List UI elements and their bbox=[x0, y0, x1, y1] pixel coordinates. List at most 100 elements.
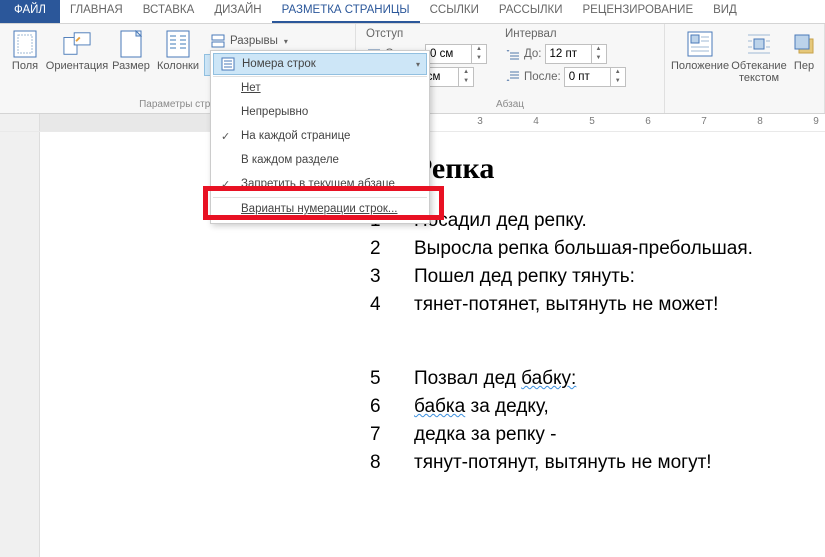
line-number: 4 bbox=[370, 294, 414, 316]
wrap-text-label: Обтекание текстом bbox=[731, 60, 786, 84]
ruler-gutter bbox=[0, 114, 40, 131]
menu-item-suppress[interactable]: ✓Запретить в текущем абзаце bbox=[213, 172, 427, 196]
line-number: 2 bbox=[370, 238, 414, 260]
tab-file[interactable]: ФАЙЛ bbox=[0, 0, 60, 23]
size-label: Размер bbox=[112, 60, 150, 72]
menu-item-restart-page[interactable]: ✓На каждой странице bbox=[213, 124, 427, 148]
ribbon: Поля Ориентация Размер bbox=[0, 24, 825, 114]
arrange-cut-button[interactable]: Пер bbox=[789, 28, 819, 74]
doc-line: 7дедка за репку - bbox=[370, 424, 815, 446]
bring-forward-icon bbox=[790, 30, 818, 58]
orientation-button[interactable]: Ориентация bbox=[46, 28, 108, 74]
ruler-tick: 6 bbox=[645, 116, 651, 127]
line-numbers-menu: Номера строк ▾ Нет Непрерывно ✓На каждой… bbox=[210, 50, 430, 224]
menu-item-restart-section[interactable]: В каждом разделе bbox=[213, 148, 427, 172]
spin-up[interactable]: ▲ bbox=[611, 68, 625, 77]
ruler-tick: 3 bbox=[477, 116, 483, 127]
spacing-before-label: До: bbox=[524, 48, 542, 60]
columns-icon bbox=[164, 30, 192, 58]
indent-left-input[interactable] bbox=[426, 48, 471, 60]
ruler-tick: 9 bbox=[813, 116, 819, 127]
check-icon: ✓ bbox=[221, 178, 230, 191]
menu-item-options[interactable]: Варианты нумерации строк... bbox=[213, 197, 427, 221]
doc-line: 2 Выросла репка большая-пребольшая. bbox=[370, 238, 815, 260]
spin-up[interactable]: ▲ bbox=[459, 68, 473, 77]
spin-down[interactable]: ▼ bbox=[459, 77, 473, 86]
columns-button[interactable]: Колонки bbox=[154, 28, 202, 74]
horizontal-ruler[interactable]: 3 4 5 6 7 8 9 bbox=[40, 114, 825, 131]
indent-title: Отступ bbox=[366, 28, 487, 40]
doc-line: 6 бабка за дедку, bbox=[370, 396, 815, 418]
spin-up[interactable]: ▲ bbox=[592, 45, 606, 54]
tabs-bar: ФАЙЛ ГЛАВНАЯ ВСТАВКА ДИЗАЙН РАЗМЕТКА СТР… bbox=[0, 0, 825, 24]
spacing-after-input[interactable] bbox=[565, 71, 610, 83]
line-numbers-icon bbox=[220, 56, 236, 72]
breaks-button[interactable]: Разрывы ▾ bbox=[204, 30, 322, 52]
spacing-after-label: После: bbox=[524, 71, 561, 83]
line-text: тянет-потянет, вытянуть не может! bbox=[414, 294, 718, 316]
orientation-label: Ориентация bbox=[46, 60, 108, 72]
doc-line: 4тянет-потянет, вытянуть не может! bbox=[370, 294, 815, 316]
orientation-icon bbox=[63, 30, 91, 58]
breaks-label: Разрывы bbox=[230, 35, 278, 47]
spacing-before-input[interactable] bbox=[546, 48, 591, 60]
line-text: Пошел дед репку тянуть: bbox=[414, 266, 635, 288]
line-text: дедка за репку - bbox=[414, 424, 557, 446]
spacing-title: Интервал bbox=[505, 28, 626, 40]
doc-line: 3Пошел дед репку тянуть: bbox=[370, 266, 815, 288]
document-page[interactable]: Репка 1Посадил дед репку. 2 Выросла репка… bbox=[40, 132, 825, 557]
ruler-tick: 8 bbox=[757, 116, 763, 127]
arrange-cut-label: Пер bbox=[794, 60, 814, 72]
spacing-after-icon bbox=[505, 69, 521, 85]
check-icon: ✓ bbox=[221, 130, 230, 143]
margins-icon bbox=[11, 30, 39, 58]
spacing-after-spinbox[interactable]: ▲▼ bbox=[564, 67, 626, 87]
line-number: 6 bbox=[370, 396, 414, 418]
tab-home[interactable]: ГЛАВНАЯ bbox=[60, 0, 133, 23]
spin-down[interactable]: ▼ bbox=[611, 77, 625, 86]
ruler-tick: 7 bbox=[701, 116, 707, 127]
tab-view[interactable]: ВИД bbox=[703, 0, 747, 23]
margins-button[interactable]: Поля bbox=[6, 28, 44, 74]
line-text: тянут-потянут, вытянуть не могут! bbox=[414, 452, 712, 474]
size-icon bbox=[117, 30, 145, 58]
menu-item-none[interactable]: Нет bbox=[213, 76, 427, 100]
chevron-down-icon: ▾ bbox=[284, 37, 288, 46]
position-button[interactable]: Положение bbox=[671, 28, 729, 74]
columns-label: Колонки bbox=[157, 60, 199, 72]
menu-item-continuous[interactable]: Непрерывно bbox=[213, 100, 427, 124]
spacing-before-icon bbox=[505, 46, 521, 62]
spin-down[interactable]: ▼ bbox=[592, 54, 606, 63]
size-button[interactable]: Размер bbox=[110, 28, 152, 74]
tab-review[interactable]: РЕЦЕНЗИРОВАНИЕ bbox=[573, 0, 704, 23]
tab-design[interactable]: ДИЗАЙН bbox=[204, 0, 271, 23]
line-number: 3 bbox=[370, 266, 414, 288]
vertical-ruler-gutter bbox=[0, 132, 40, 557]
spin-down[interactable]: ▼ bbox=[472, 54, 486, 63]
spin-up[interactable]: ▲ bbox=[472, 45, 486, 54]
doc-line: 8тянут-потянут, вытянуть не могут! bbox=[370, 452, 815, 474]
indent-left-spinbox[interactable]: ▲▼ bbox=[425, 44, 487, 64]
position-label: Положение bbox=[671, 60, 729, 72]
line-text: бабка за дедку, bbox=[414, 396, 549, 418]
ruler-tick: 4 bbox=[533, 116, 539, 127]
doc-line: 5Позвал дед бабку: bbox=[370, 368, 815, 390]
spacing-before-spinbox[interactable]: ▲▼ bbox=[545, 44, 607, 64]
position-icon bbox=[686, 30, 714, 58]
wrap-text-button[interactable]: Обтекание текстом bbox=[731, 28, 787, 86]
margins-label: Поля bbox=[12, 60, 38, 72]
tab-insert[interactable]: ВСТАВКА bbox=[133, 0, 205, 23]
ruler-tick: 5 bbox=[589, 116, 595, 127]
line-text: Выросла репка большая-пребольшая. bbox=[414, 238, 753, 260]
tab-page-layout[interactable]: РАЗМЕТКА СТРАНИЦЫ bbox=[272, 0, 420, 23]
tab-references[interactable]: ССЫЛКИ bbox=[420, 0, 489, 23]
doc-title: Репка bbox=[414, 152, 815, 186]
wrap-text-icon bbox=[745, 30, 773, 58]
line-numbers-menu-head[interactable]: Номера строк ▾ bbox=[213, 53, 427, 75]
group-arrange: Положение Обтекание текстом Пер bbox=[665, 24, 825, 113]
line-number: 8 bbox=[370, 452, 414, 474]
doc-line: 1Посадил дед репку. bbox=[370, 210, 815, 232]
line-text: Посадил дед репку. bbox=[414, 210, 587, 232]
tab-mailings[interactable]: РАССЫЛКИ bbox=[489, 0, 573, 23]
breaks-icon bbox=[210, 33, 226, 49]
